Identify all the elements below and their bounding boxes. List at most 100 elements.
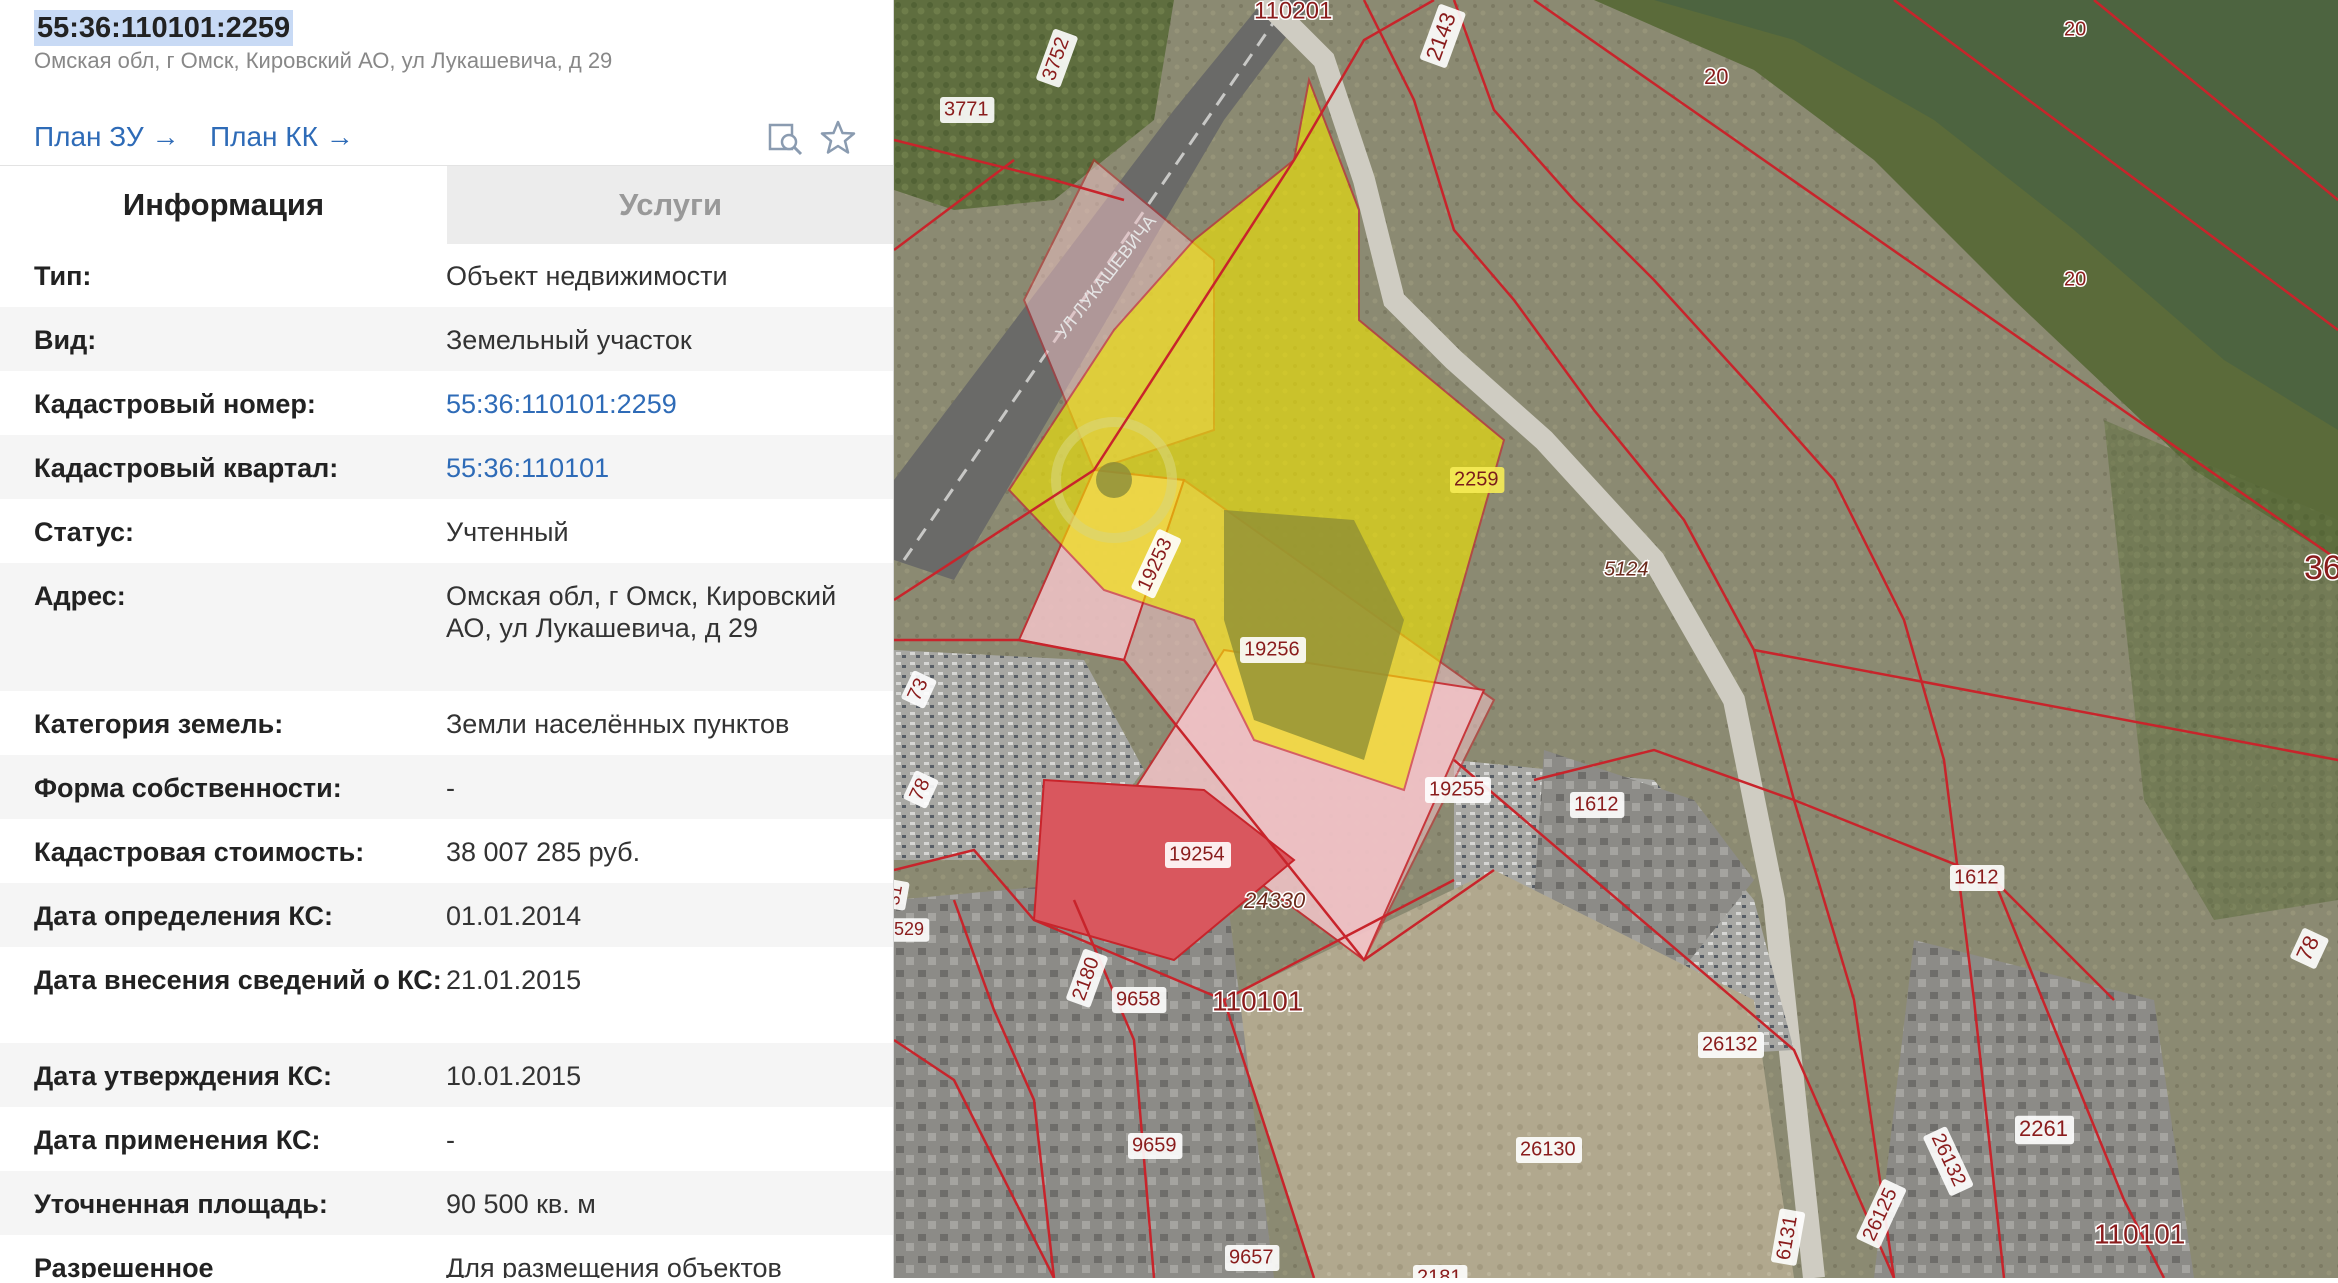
parcel-label-text: 9658 xyxy=(1116,988,1161,1010)
info-row-value: - xyxy=(446,773,455,803)
info-row: Статус: Учтенный xyxy=(0,499,893,563)
info-row-link[interactable]: 55:36:110101 xyxy=(446,452,893,499)
panel-header: 55:36:110101:2259 Омская обл, г Омск, Ки… xyxy=(0,0,893,165)
plan-kk-label: План КК xyxy=(210,121,318,152)
parcel-label: 9658 xyxy=(1112,987,1167,1013)
parcel-label-text: 20 xyxy=(2064,18,2086,40)
info-row-value: Для размещения объектов xyxy=(446,1253,782,1278)
info-row-label: Кадастровый номер: xyxy=(34,389,316,419)
parcel-label: 20 xyxy=(2063,17,2088,42)
roundabout xyxy=(1096,462,1132,498)
parcel-label: 110101 xyxy=(1211,984,1305,1018)
parcel-label: 2261 xyxy=(2015,1115,2075,1145)
info-row: Дата внесения сведений о КС: 21.01.2015 xyxy=(0,947,893,1043)
info-row-label: Разрешенное xyxy=(34,1253,214,1278)
info-row: Кадастровый квартал: 55:36:110101 xyxy=(0,435,893,499)
parcel-label-text: 5124 xyxy=(1604,558,1649,580)
info-row-label: Уточненная площадь: xyxy=(34,1189,328,1219)
search-document-icon xyxy=(768,123,803,156)
info-row: Вид: Земельный участок xyxy=(0,307,893,371)
info-row-value: Учтенный xyxy=(446,517,569,547)
info-row-value: - xyxy=(446,1125,455,1155)
info-row: Категория земель: Земли населённых пункто… xyxy=(0,691,893,755)
parcel-label-text: 19254 xyxy=(1169,843,1225,865)
info-row: Дата определения КС: 01.01.2014 xyxy=(0,883,893,947)
parcel-label: 20 xyxy=(1703,62,1730,90)
info-row: Дата утверждения КС: 10.01.2015 xyxy=(0,1043,893,1107)
info-row-label: Адрес: xyxy=(34,581,126,611)
parcel-label-text: 36 xyxy=(2304,549,2338,587)
parcel-label: 26132 xyxy=(1698,1032,1764,1058)
parcel-label: 19256 xyxy=(1240,637,1306,663)
parcel-label: 110201 xyxy=(1253,0,1334,26)
parcel-label-text: 3771 xyxy=(944,98,989,120)
map-canvas[interactable]: УЛ ЛУКАШЕВИЧА 110201 21433752377120202036… xyxy=(882,0,2338,1283)
info-row-link[interactable]: 55:36:110101:2259 xyxy=(446,388,893,435)
parcel-label: 2181 xyxy=(1413,1265,1468,1283)
parcel-label-text: 26132 xyxy=(1702,1033,1758,1055)
parcel-label: 1612 xyxy=(1950,865,2005,891)
info-row-value: 21.01.2015 xyxy=(446,965,582,995)
info-row-value: 01.01.2014 xyxy=(446,901,582,931)
info-row: Дата применения КС: - xyxy=(0,1107,893,1171)
arrow-right-icon: → xyxy=(151,121,180,152)
info-row-value: 38 007 285 руб. xyxy=(446,837,641,867)
info-row-value: Омская обл, г Омск, Кировский АО, ул Лук… xyxy=(446,581,837,643)
parcel-label-text: 9659 xyxy=(1132,1134,1177,1156)
info-row-label: Тип: xyxy=(34,261,92,291)
tab-services[interactable]: Услуги xyxy=(447,166,893,244)
parcel-label-text: 110201 xyxy=(1254,0,1332,24)
parcel-label-text: 110101 xyxy=(2094,1218,2185,1249)
parcel-label-text: 2261 xyxy=(2019,1116,2068,1141)
address-subtitle: Омская обл, г Омск, Кировский АО, ул Лук… xyxy=(34,48,613,73)
info-row-value: 90 500 кв. м xyxy=(446,1189,596,1219)
zoom-to-object-button[interactable] xyxy=(765,118,805,158)
plan-kk-link[interactable]: План КК → xyxy=(210,121,354,153)
parcel-label: 19255 xyxy=(1425,777,1491,803)
parcel-label: 3771 xyxy=(940,97,995,123)
info-row-label: Кадастровая стоимость: xyxy=(34,837,365,867)
parcel-label-text: 20 xyxy=(2064,268,2086,290)
cadastral-number-title[interactable]: 55:36:110101:2259 xyxy=(34,10,294,46)
parcel-label-text: 1612 xyxy=(1954,866,1999,888)
info-row: Кадастровый номер: 55:36:110101:2259 xyxy=(0,371,893,435)
plan-zu-label: План ЗУ xyxy=(34,121,144,152)
parcel-label: 1612 xyxy=(1570,792,1625,818)
parcel-label-text: 2181 xyxy=(1417,1266,1462,1278)
parcel-label: 5124 xyxy=(1603,557,1651,582)
parcel-label-text: 19255 xyxy=(1429,778,1485,800)
info-row-label: Кадастровый квартал: xyxy=(34,453,339,483)
parcel-label: 20 xyxy=(2063,267,2088,292)
parcel-label: 9659 xyxy=(1128,1133,1183,1159)
info-row-label: Дата применения КС: xyxy=(34,1125,321,1155)
parcel-label-text: 110101 xyxy=(1212,985,1303,1016)
info-row: Уточненная площадь: 90 500 кв. м xyxy=(0,1171,893,1235)
parcel-label-text: 20 xyxy=(1704,64,1728,89)
parcel-label: 26130 xyxy=(1516,1137,1582,1163)
info-row-label: Категория земель: xyxy=(34,709,284,739)
parcel-label-text: 2259 xyxy=(1454,468,1499,490)
favorite-button[interactable] xyxy=(818,118,858,158)
info-row-value: 10.01.2015 xyxy=(446,1061,582,1091)
parcel-label-text: 1612 xyxy=(1574,793,1619,815)
parcel-label: 9657 xyxy=(1225,1245,1280,1271)
cadastral-map[interactable]: УЛ ЛУКАШЕВИЧА 110201 2143 3752 3771 20 20 20 36… xyxy=(882,0,2338,1283)
info-row: Кадастровая стоимость: 38 007 285 руб. xyxy=(0,819,893,883)
info-row-label: Статус: xyxy=(34,517,134,547)
parcel-label: 529 xyxy=(890,918,930,942)
parcel-label-text: 529 xyxy=(894,919,924,939)
tab-information[interactable]: Информация xyxy=(0,166,447,244)
info-row-value: Объект недвижимости xyxy=(446,261,728,291)
tab-bar: Информация Услуги xyxy=(0,165,893,244)
info-row: Разрешенное Для размещения объектов xyxy=(0,1235,893,1278)
info-row-label: Дата утверждения КС: xyxy=(34,1061,333,1091)
info-row: Тип: Объект недвижимости xyxy=(0,243,893,307)
parcel-label: 19254 xyxy=(1165,842,1231,868)
parcel-label-text: 9657 xyxy=(1229,1246,1274,1268)
parcel-label-text: 19256 xyxy=(1244,638,1300,660)
parcel-label-text: 24330 xyxy=(1243,888,1306,913)
plan-zu-link[interactable]: План ЗУ → xyxy=(34,121,179,153)
info-row-label: Дата внесения сведений о КС: xyxy=(34,965,442,995)
arrow-right-icon: → xyxy=(325,121,354,152)
info-row: Форма собственности: - xyxy=(0,755,893,819)
